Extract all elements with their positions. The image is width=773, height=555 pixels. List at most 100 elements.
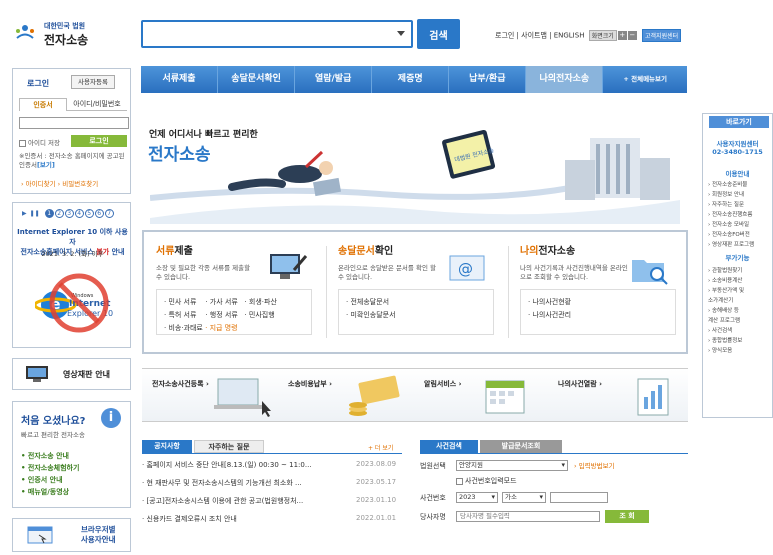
chevron-down-icon[interactable] [397, 31, 405, 36]
search-button[interactable]: 검색 [417, 19, 460, 49]
link-execution[interactable]: · 민사집행 [244, 311, 274, 319]
service-title[interactable]: 나의전자소송 [520, 242, 575, 257]
pause-icon[interactable]: ❚❚ [30, 210, 40, 217]
list-item[interactable]: · 현 재판사무 및 전자소송시스템의 기능개선 최소화 ... 2023.05.… [142, 478, 402, 488]
service-links: · 전체송달문서 · 미확인송달문서 [338, 289, 494, 335]
quick-link[interactable]: › 양식모음 [708, 346, 744, 356]
nav-item-view-issue[interactable]: 열람/발급 [295, 66, 373, 93]
link-case-status[interactable]: · 나의사건현황 [528, 298, 571, 306]
link-admin[interactable]: · 행정 서류 [205, 311, 237, 319]
help-center-button[interactable]: 고객지원센터 [642, 29, 682, 42]
quick-link[interactable]: › 전자소송진행흐름 [708, 210, 754, 220]
quick-link[interactable]: › 종합법률정보 [708, 336, 744, 346]
login-note-link[interactable]: [보기] [37, 161, 55, 169]
divider [420, 453, 688, 454]
quick-link[interactable]: › 회원정보 안내 [708, 190, 754, 200]
quick-link[interactable]: › 송해배상 등 [708, 306, 744, 316]
guide-links: › 전자소송준비물 › 회원정보 안내 › 자주하는 질문 › 전자소송진행흐름… [708, 180, 754, 250]
quick-link[interactable]: 소가계산기 [708, 296, 744, 306]
login-button[interactable]: 로그인 [71, 135, 127, 147]
more-link[interactable]: + 더 보기 [368, 443, 393, 452]
list-item[interactable]: · [공고]전자소송시스템 이용에 관한 공고(법원행정처... 2023.01.… [142, 496, 402, 506]
play-icon[interactable]: ▶ [22, 210, 27, 217]
link-non-litigation[interactable]: · 비송·과태료 [164, 324, 203, 332]
browser-guide-link[interactable]: 브라우저별 사용자안내 [12, 518, 131, 552]
quick-case-register[interactable]: 전자소송사건등록 › [152, 379, 209, 389]
list-item[interactable]: · 신용카드 결제오류시 조치 안내 2022.01.01 [142, 514, 402, 524]
save-id-option[interactable]: 아이디 저장 [19, 137, 60, 147]
pager-dot[interactable]: 1 [44, 209, 54, 218]
link-all-delivery[interactable]: · 전체송달문서 [346, 298, 389, 306]
link-family[interactable]: · 가사 서류 [205, 298, 237, 306]
quick-link[interactable]: 계산 프로그램 [708, 316, 744, 326]
case-type-select[interactable]: 가소 [502, 492, 546, 503]
find-account-links[interactable]: › 아이디찾기 › 비밀번호찾기 [21, 178, 98, 188]
list-item[interactable]: · 홈페이지 서비스 중단 안내[8.13.(일) 00:30 ~ 11:0..… [142, 460, 402, 470]
nav-item-my-case[interactable]: 나의전자소송 [526, 66, 604, 93]
nav-item-payment[interactable]: 납부/환급 [449, 66, 527, 93]
main-nav: 서류제출 송달문서확인 열람/발급 제증명 납부/환급 나의전자소송 + 전체메… [141, 66, 687, 93]
quick-link[interactable]: › 자주하는 질문 [708, 200, 754, 210]
quick-link[interactable]: › 영상재판 프로그램 [708, 240, 754, 250]
certificate-input[interactable] [19, 117, 129, 129]
pager-dot[interactable]: 3 [64, 209, 74, 218]
year-select[interactable]: 2023 [456, 492, 498, 503]
pager-dot[interactable]: 6 [94, 209, 104, 218]
nav-item-all-menu[interactable]: + 전체메뉴보기 [603, 66, 687, 93]
court-select[interactable]: 안양지원 [456, 460, 568, 471]
search-input[interactable] [141, 20, 413, 48]
tab-notice[interactable]: 공지사항 [142, 440, 192, 453]
register-button[interactable]: 사용자등록 [71, 75, 115, 89]
case-search-button[interactable]: 조 회 [605, 510, 649, 523]
quick-case-view[interactable]: 나의사건열람 › [558, 379, 602, 389]
direct-input-checkbox[interactable] [456, 477, 463, 485]
direct-input-option[interactable]: 사건번호입력모드 [456, 476, 517, 486]
link-payment-order[interactable]: · 지급 명령 [205, 324, 237, 332]
link-manual[interactable]: • 매뉴얼/동영상 [21, 486, 79, 498]
link-certificate-guide[interactable]: • 인증서 안내 [21, 474, 79, 486]
tab-issued-docs[interactable]: 발급문서조회 [480, 440, 562, 453]
quick-alert-service[interactable]: 알림서비스 › [424, 379, 462, 389]
service-title[interactable]: 서류제출 [156, 242, 193, 257]
party-name-input[interactable]: 당사자명 필수입력 [456, 511, 600, 522]
font-minus-button[interactable]: − [627, 31, 637, 40]
pager-dot[interactable]: 7 [104, 209, 114, 218]
tab-faq[interactable]: 자주하는 질문 [194, 440, 264, 453]
quick-link[interactable]: › 전자소송FO버전 [708, 230, 754, 240]
link-case-manage[interactable]: · 나의사건관리 [528, 311, 571, 319]
service-title[interactable]: 송달문서확인 [338, 242, 393, 257]
link-unread-delivery[interactable]: · 미확인송달문서 [346, 311, 396, 319]
link-civil[interactable]: · 민사 서류 [164, 298, 196, 306]
top-links-text[interactable]: 로그인 | 사이트맵 | ENGLISH [495, 32, 584, 40]
direct-input-label: 사건번호입력모드 [465, 477, 517, 485]
pager-dot[interactable]: 2 [54, 209, 64, 218]
quick-link[interactable]: › 전자소송준비물 [708, 180, 754, 190]
save-id-checkbox[interactable] [19, 139, 26, 147]
case-number-input[interactable] [550, 492, 608, 503]
pager-dot[interactable]: 5 [84, 209, 94, 218]
input-method-link[interactable]: › 입력방법보기 [574, 460, 615, 470]
font-plus-button[interactable]: + [617, 31, 627, 40]
link-experience[interactable]: • 전자소송체험하기 [21, 462, 79, 474]
quick-link[interactable]: › 소송비용계산 [708, 276, 744, 286]
video-trial-link[interactable]: 영상재판 안내 [12, 358, 131, 390]
quick-link[interactable]: › 전자소송 모바일 [708, 220, 754, 230]
link-patent[interactable]: · 특허 서류 [164, 311, 196, 319]
quick-link[interactable]: › 사건검색 [708, 326, 744, 336]
court-label: 법원선택 [420, 462, 446, 470]
tab-certificate[interactable]: 인증서 [19, 98, 67, 111]
nav-item-delivery[interactable]: 송달문서확인 [218, 66, 296, 93]
link-bankruptcy[interactable]: · 회생·파산 [244, 298, 276, 306]
tab-case-search[interactable]: 사건검색 [420, 440, 478, 453]
link-guide[interactable]: • 전자소송 안내 [21, 450, 79, 462]
news-date: 2022.01.01 [356, 514, 397, 522]
nav-item-submit[interactable]: 서류제출 [141, 66, 219, 93]
pager-dot[interactable]: 4 [74, 209, 84, 218]
quick-fee-payment[interactable]: 소송비용납부 › [288, 379, 332, 389]
nav-item-certificate[interactable]: 제증명 [372, 66, 450, 93]
logo-title[interactable]: 전자소송 [44, 31, 88, 48]
quick-link[interactable]: › 관할법원찾기 [708, 266, 744, 276]
tab-id-password[interactable]: 아이디/비밀번호 [67, 98, 127, 111]
divider [142, 453, 402, 454]
quick-link[interactable]: › 부동산가액 및 [708, 286, 744, 296]
